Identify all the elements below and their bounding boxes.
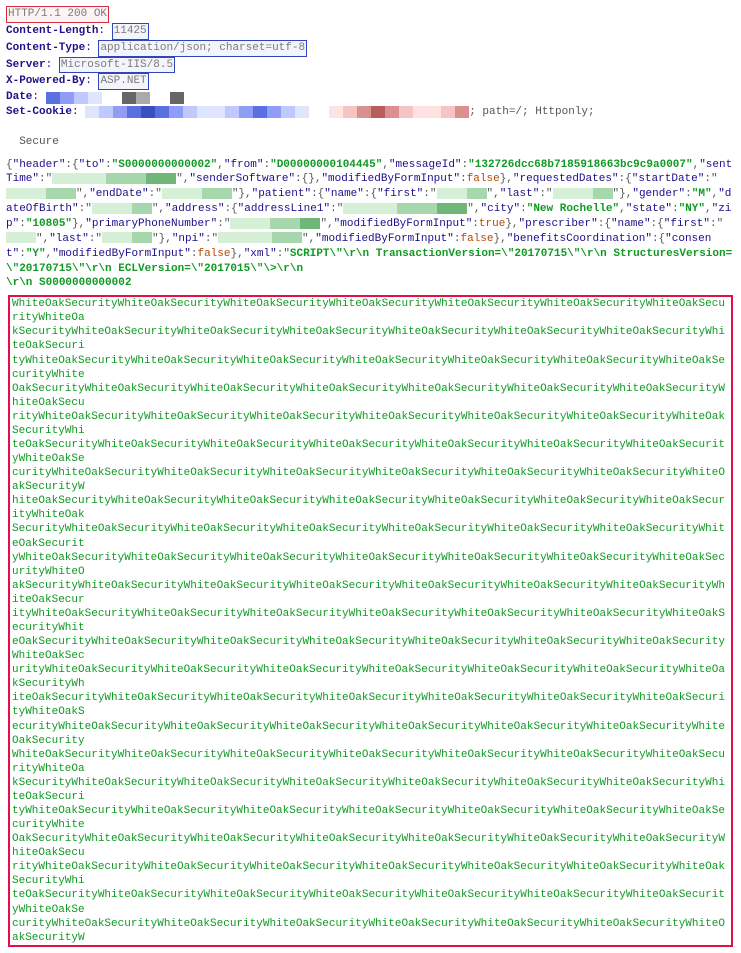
http-header-set-cookie: Set-Cookie: ; path=/; Httponly; [6,105,735,120]
overflow-payload-line: ityWhiteOakSecurityWhiteOakSecurityWhite… [12,607,729,635]
http-status-line: HTTP/1.1 200 OK [6,6,735,23]
overflow-payload-line: urityWhiteOakSecurityWhiteOakSecurityWhi… [12,663,729,691]
overflow-payload-line: iteOakSecurityWhiteOakSecurityWhiteOakSe… [12,691,729,719]
overflow-highlight-box: WhiteOakSecurityWhiteOakSecurityWhiteOak… [8,295,733,947]
http-header-line: Content-Type: application/json; charset=… [6,40,735,57]
overflow-payload-line: curityWhiteOakSecurityWhiteOakSecurityWh… [12,466,729,494]
overflow-payload-line: SecurityWhiteOakSecurityWhiteOakSecurity… [12,522,729,550]
http-header-line: Server: Microsoft-IIS/8.5 [6,57,735,74]
overflow-payload-line: yWhiteOakSecurityWhiteOakSecurityWhiteOa… [12,551,729,579]
overflow-payload-line: WhiteOakSecurityWhiteOakSecurityWhiteOak… [12,297,729,325]
http-header-date: Date: [6,90,735,105]
overflow-payload-line: akSecurityWhiteOakSecurityWhiteOakSecuri… [12,579,729,607]
overflow-payload-line: hiteOakSecurityWhiteOakSecurityWhiteOakS… [12,494,729,522]
overflow-payload-line: teOakSecurityWhiteOakSecurityWhiteOakSec… [12,438,729,466]
overflow-payload-line: curityWhiteOakSecurityWhiteOakSecurityWh… [12,917,729,945]
http-header-line: X-Powered-By: ASP.NET [6,73,735,90]
overflow-payload-line: kSecurityWhiteOakSecurityWhiteOakSecurit… [12,776,729,804]
overflow-payload-line: kSecurityWhiteOakSecurityWhiteOakSecurit… [12,325,729,353]
overflow-payload-line: tyWhiteOakSecurityWhiteOakSecurityWhiteO… [12,354,729,382]
response-body-json: {"header":{"to":"S0000000000002","from":… [6,158,735,292]
http-header-line: Content-Length: 11425 [6,23,735,40]
overflow-payload-line: OakSecurityWhiteOakSecurityWhiteOakSecur… [12,832,729,860]
overflow-payload-line: teOakSecurityWhiteOakSecurityWhiteOakSec… [12,888,729,916]
http-secure-line: Secure [6,120,735,150]
overflow-payload-line: OakSecurityWhiteOakSecurityWhiteOakSecur… [12,382,729,410]
overflow-payload-line: rityWhiteOakSecurityWhiteOakSecurityWhit… [12,860,729,888]
overflow-payload-line: rityWhiteOakSecurityWhiteOakSecurityWhit… [12,410,729,438]
overflow-payload-line: WhiteOakSecurityWhiteOakSecurityWhiteOak… [12,748,729,776]
overflow-payload-line: ecurityWhiteOakSecurityWhiteOakSecurityW… [12,720,729,748]
overflow-payload-line: eOakSecurityWhiteOakSecurityWhiteOakSecu… [12,635,729,663]
overflow-payload-line: tyWhiteOakSecurityWhiteOakSecurityWhiteO… [12,804,729,832]
